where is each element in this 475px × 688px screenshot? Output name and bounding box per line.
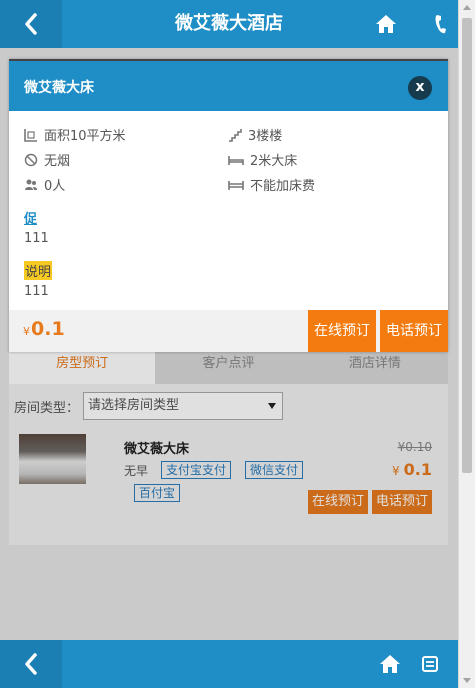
extra-bed-icon (228, 180, 244, 190)
fact-smoking: 无烟 (24, 150, 70, 169)
back-button[interactable] (0, 0, 62, 48)
fact-bed: 2米大床 (228, 150, 297, 169)
scrollbar-thumb[interactable] (462, 18, 472, 473)
promo-value: 111 (24, 231, 49, 246)
fact-occupancy-text: 0人 (44, 179, 66, 194)
chevron-left-icon (25, 13, 37, 35)
vertical-scrollbar[interactable] (458, 0, 475, 688)
modal-footer: ¥0.1 在线预订 电话预订 (9, 310, 448, 352)
modal-book-by-phone-button[interactable]: 电话预订 (380, 310, 448, 352)
modal-price-value: 0.1 (31, 318, 65, 340)
fact-floor: 3楼楼 (228, 125, 282, 144)
modal-title: 微艾薇大床 (24, 80, 94, 96)
fact-extra-bed: 不能加床费 (228, 175, 315, 194)
room-detail-modal: 微艾薇大床 x 面积10平方米 3楼楼 无烟 2米大床 0人 不能加床费 促 1… (9, 59, 448, 352)
bottom-list-button[interactable] (410, 640, 450, 688)
fact-floor-text: 3楼楼 (248, 129, 283, 144)
scroll-up-arrow-icon[interactable] (463, 5, 471, 10)
fact-smoking-text: 无烟 (44, 154, 71, 169)
fact-occupancy: 0人 (24, 175, 65, 194)
bottom-back-button[interactable] (0, 640, 62, 688)
close-button[interactable]: x (408, 76, 432, 100)
fact-area-text: 面积10平方米 (44, 129, 126, 144)
bed-icon (228, 155, 244, 165)
fact-area: 面积10平方米 (24, 125, 126, 144)
area-icon (24, 128, 37, 142)
stairs-icon (229, 128, 242, 142)
bottom-home-button[interactable] (370, 640, 410, 688)
modal-price: ¥0.1 (23, 318, 65, 340)
fact-bed-text: 2米大床 (250, 154, 298, 169)
scroll-down-arrow-icon[interactable] (463, 678, 471, 683)
home-button[interactable] (362, 0, 410, 48)
page-title: 微艾薇大酒店 (175, 13, 283, 34)
chevron-left-icon (25, 653, 37, 675)
bottom-bar (0, 640, 458, 688)
document-list-icon (422, 656, 438, 672)
home-icon (376, 15, 396, 33)
fact-extra-bed-text: 不能加床费 (250, 179, 316, 194)
phone-icon (435, 15, 446, 34)
users-icon (25, 179, 37, 190)
note-value: 111 (24, 284, 49, 299)
modal-book-online-button[interactable]: 在线预订 (308, 310, 376, 352)
promo-tag: 促 (24, 212, 38, 227)
note-tag: 说明 (24, 261, 53, 280)
home-icon (380, 655, 400, 673)
currency-symbol: ¥ (23, 325, 30, 338)
modal-header: 微艾薇大床 x (9, 61, 448, 111)
top-bar: 微艾薇大酒店 (0, 0, 458, 48)
phone-button[interactable] (424, 0, 458, 48)
room-facts: 面积10平方米 3楼楼 无烟 2米大床 0人 不能加床费 (9, 111, 448, 201)
no-smoking-icon (24, 153, 38, 166)
